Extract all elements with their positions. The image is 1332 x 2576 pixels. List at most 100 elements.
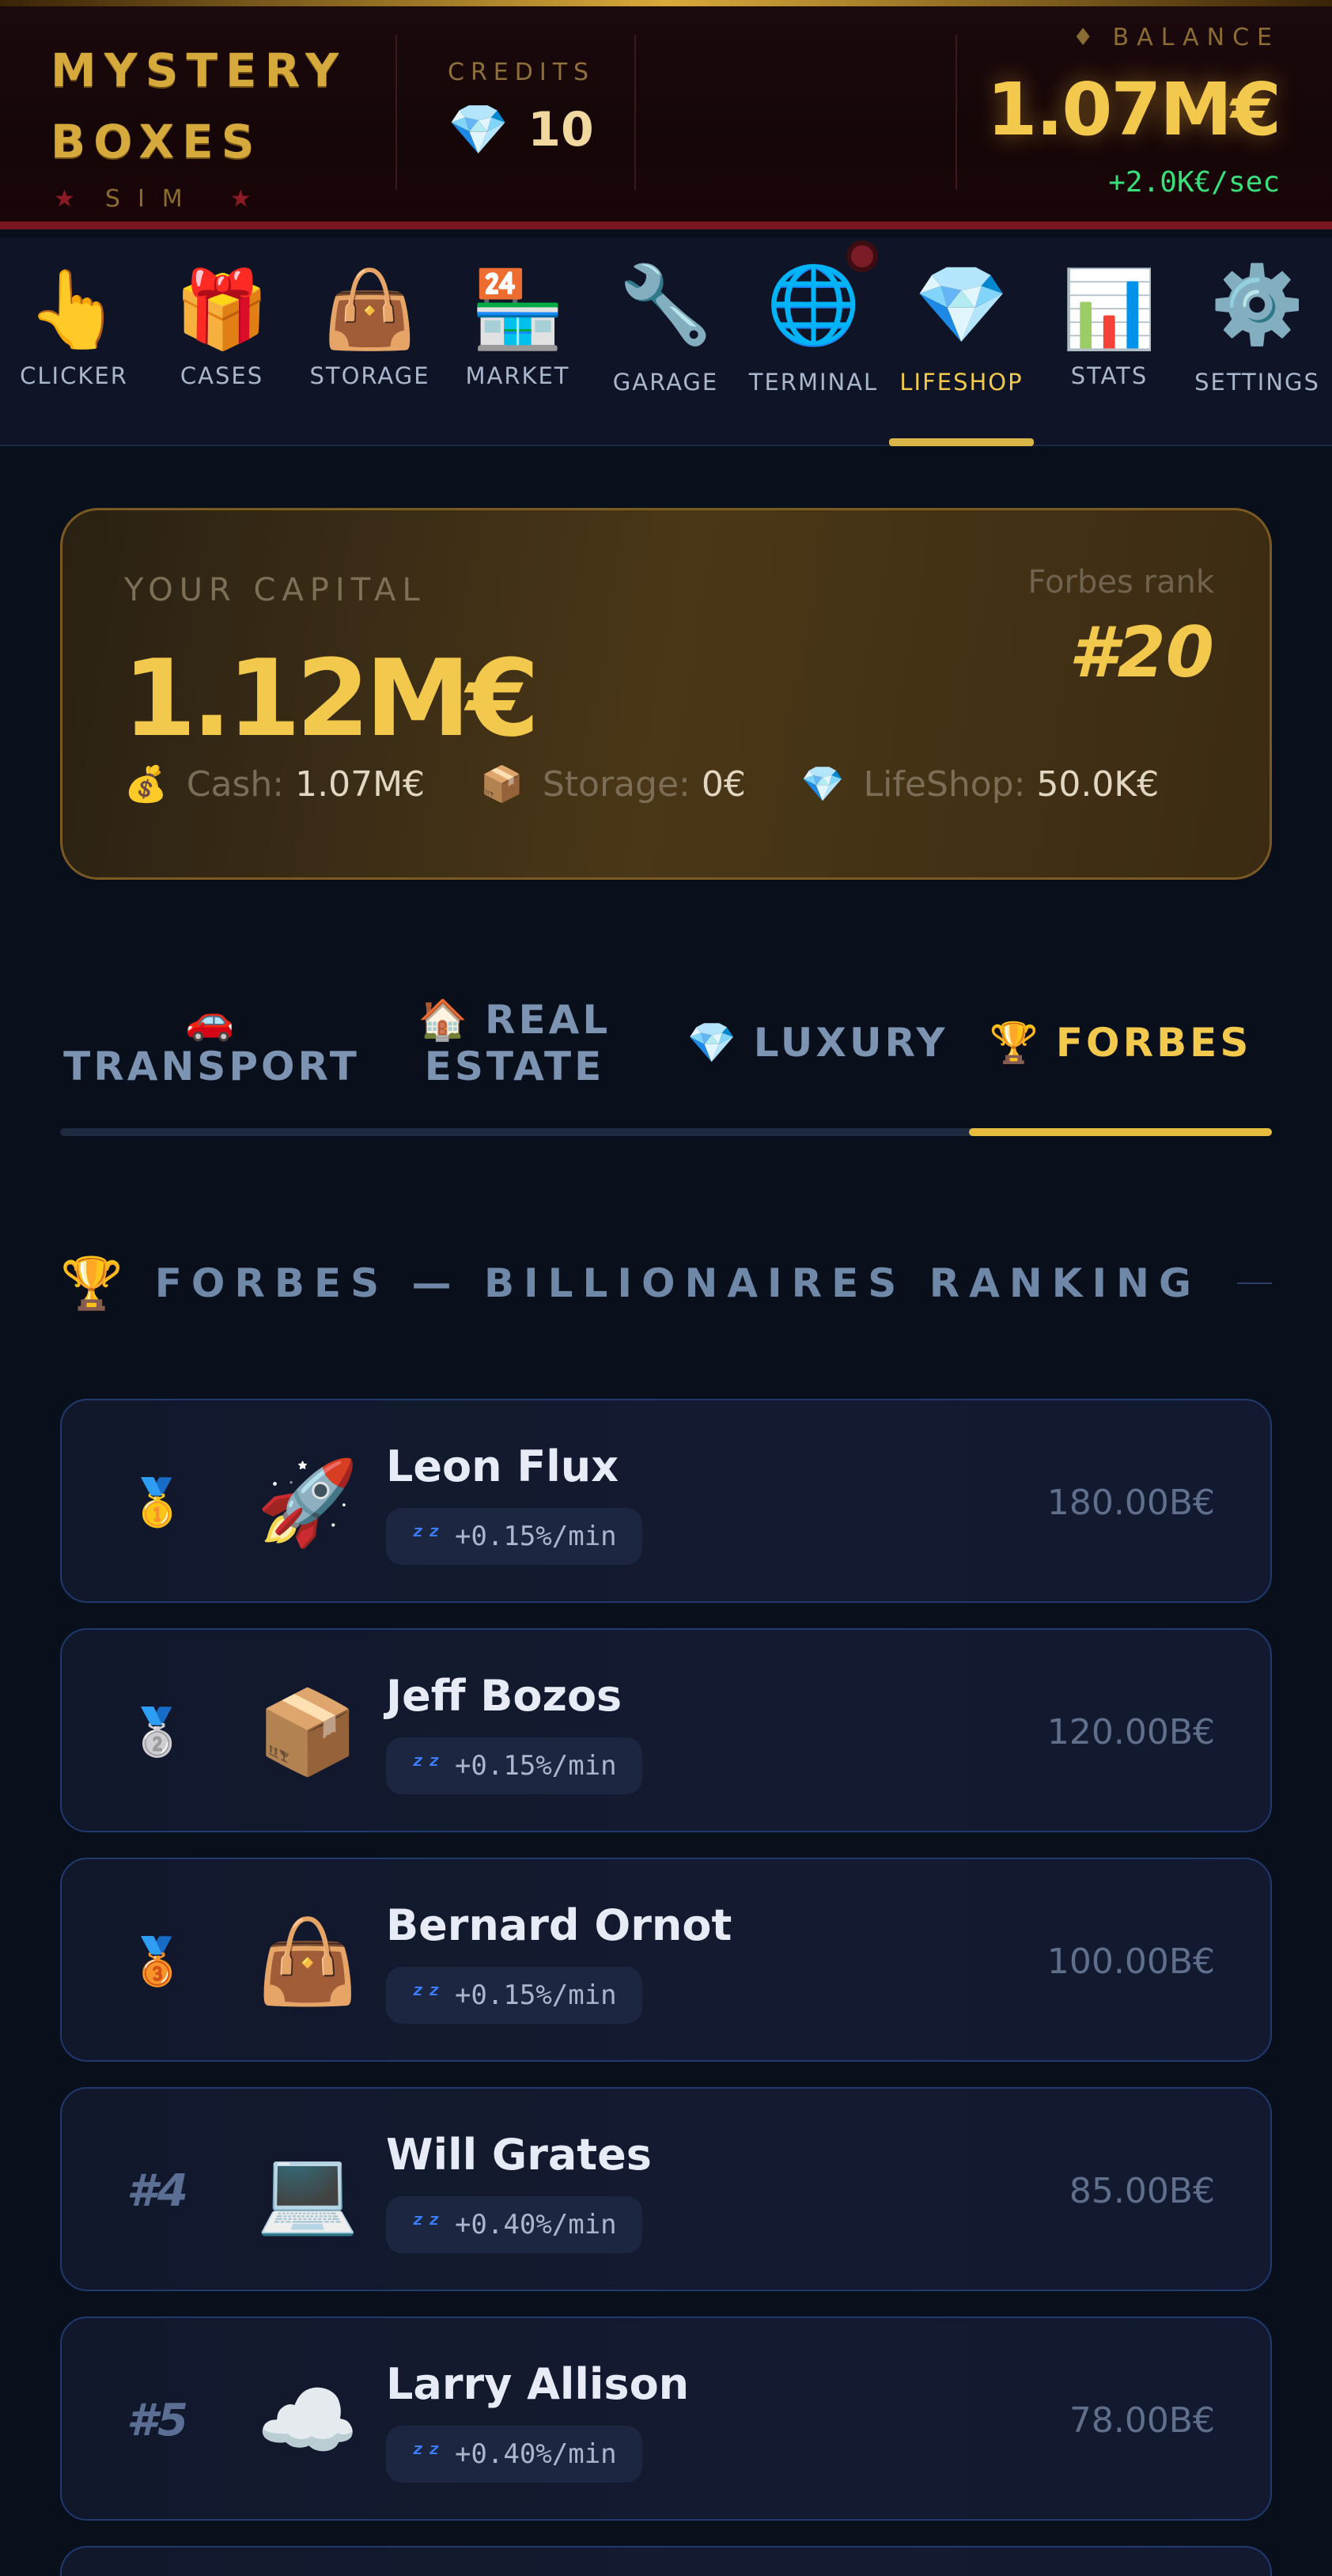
nav-label: STORAGE [309,362,430,389]
balance-panel: ♦ BALANCE 1.07M€ +2.0K€/sec [986,24,1281,199]
tab-label: REAL [485,997,611,1043]
app-logo: MYSTERY BOXES ★ SIM ★ [51,35,367,213]
gear-icon: ⚙️ [1209,260,1305,349]
capital-breakdown: 💰 Cash: 1.07M€ 📦 Storage: 0€ 💎 LifeShop:… [124,763,1159,805]
cash-label: Cash: [186,764,285,805]
billionaire-name: Leon Flux [386,1441,619,1491]
growth-rate: +0.15%/min [454,1979,617,2011]
forbes-rank-label: Forbes rank [1027,564,1214,600]
zzz-icon: ᶻᶻ [410,1750,442,1782]
nav-label: TERMINAL [748,369,879,396]
nav-item-clicker[interactable]: 👆 CLICKER [0,237,148,446]
section-divider [1236,1282,1272,1284]
ranking-row[interactable]: 🥈 📦 Jeff Bozos ᶻᶻ +0.15%/min 120.00B€ [60,1628,1272,1832]
tab-transport[interactable]: 🚗 TRANSPORT [60,957,363,1128]
ranking-row[interactable]: #5 ☁️ Larry Allison ᶻᶻ +0.40%/min 78.00B€ [60,2317,1272,2521]
active-tab-indicator [969,1128,1272,1136]
house-icon: 🏠 [418,996,471,1043]
header-divider [634,35,636,190]
trophy-icon: 🏆 [60,1254,123,1313]
diamond-small-icon: ♦ [1072,24,1102,51]
forbes-rank-value: #20 [1069,612,1214,693]
rank-number: #5 [127,2394,188,2446]
diamond-icon: 💎 [800,764,845,805]
storage-label: Storage: [542,764,691,805]
rank-number: #4 [127,2165,188,2217]
zzz-icon: ᶻᶻ [410,1521,442,1552]
growth-rate-badge: ᶻᶻ +0.15%/min [386,1967,642,2024]
tab-label: TRANSPORT [63,1043,360,1089]
handbag-icon: 👜 [256,1912,359,2010]
nav-label: CLICKER [20,362,128,389]
balance-value: 1.07M€ [986,67,1281,152]
nav-item-settings[interactable]: ⚙️ SETTINGS [1183,237,1331,446]
top-header: MYSTERY BOXES ★ SIM ★ CREDITS 💎 10 ♦ BALA… [0,0,1332,229]
bag-icon: 👜 [322,265,418,354]
ranking-row-partial[interactable] [60,2546,1272,2576]
nav-item-garage[interactable]: 🔧 GARAGE [592,237,740,446]
diamond-icon: 💎 [448,100,509,158]
zzz-icon: ᶻᶻ [410,2209,442,2241]
bronze-medal-icon: 🥉 [128,1934,187,1988]
star-icon: ★ [54,185,75,213]
growth-rate-badge: ᶻᶻ +0.40%/min [386,2196,642,2253]
rocket-icon: 🚀 [256,1453,359,1551]
cash-value: 1.07M€ [295,764,426,805]
nav-item-cases[interactable]: 🎁 CASES [148,237,296,446]
ranking-row[interactable]: 🥉 👜 Bernard Ornot ᶻᶻ +0.15%/min 100.00B€ [60,1858,1272,2062]
growth-rate: +0.15%/min [454,1750,617,1782]
section-header: 🏆 FORBES — BILLIONAIRES RANKING [60,1252,1272,1315]
car-icon: 🚗 [185,996,238,1043]
logo-subtitle: ★ SIM ★ [51,185,367,213]
tab-forbes[interactable]: 🏆 FORBES [969,957,1272,1128]
nav-item-lifeshop[interactable]: 💎 LIFESHOP [887,237,1035,446]
globe-icon: 🌐 [766,260,861,349]
billionaire-name: Jeff Bozos [386,1671,622,1721]
box-icon: 📦 [480,764,524,805]
growth-rate: +0.40%/min [454,2438,617,2470]
tab-real-estate[interactable]: 🏠 REAL ESTATE [363,957,666,1128]
capital-value: 1.12M€ [123,637,539,760]
growth-rate-badge: ᶻᶻ +0.40%/min [386,2426,642,2483]
silver-medal-icon: 🥈 [128,1704,187,1759]
credits-value: 10 [528,102,594,157]
tab-luxury[interactable]: 💎 LUXURY [666,957,969,1128]
ranking-row[interactable]: #4 💻 Will Grates ᶻᶻ +0.40%/min 85.00B€ [60,2087,1272,2291]
nav-label: MARKET [465,362,570,389]
tab-label: FORBES [1055,1020,1252,1066]
cloud-icon: ☁️ [256,2371,359,2468]
header-divider [395,35,397,190]
net-worth: 180.00B€ [1046,1482,1215,1523]
storage-value: 0€ [701,764,746,805]
balance-rate: +2.0K€/sec [1108,166,1280,199]
tab-label: ESTATE [424,1043,605,1089]
growth-rate-badge: ᶻᶻ +0.15%/min [386,1508,642,1565]
nav-label: CASES [180,362,264,389]
logo-line-1: MYSTERY [51,44,347,97]
logo-sim-text: SIM [104,185,200,213]
ranking-row[interactable]: 🥇 🚀 Leon Flux ᶻᶻ +0.15%/min 180.00B€ [60,1399,1272,1603]
lifeshop-tabs: 🚗 TRANSPORT 🏠 REAL ESTATE 💎 LUXURY 🏆 FORBES [60,957,1272,1136]
lifeshop-value: 50.0K€ [1036,764,1160,805]
diamond-icon: 💎 [914,260,1009,349]
nav-item-stats[interactable]: 📊 STATS [1035,237,1183,446]
nav-item-storage[interactable]: 👜 STORAGE [296,237,444,446]
chart-icon: 📊 [1061,265,1157,354]
nav-item-market[interactable]: 🏪 MARKET [444,237,592,446]
lifeshop-stat: 💎 LifeShop: 50.0K€ [801,763,1159,805]
net-worth: 120.00B€ [1046,1711,1215,1752]
wrench-icon: 🔧 [618,260,713,349]
nav-label: STATS [1070,362,1148,389]
billionaire-name: Bernard Ornot [386,1900,732,1950]
money-bag-icon: 💰 [124,764,168,805]
growth-rate: +0.40%/min [454,2209,617,2241]
growth-rate: +0.15%/min [454,1521,617,1552]
star-icon: ★ [229,185,252,213]
nav-label: LIFESHOP [899,369,1024,396]
trophy-icon: 🏆 [989,1019,1042,1066]
notification-dot [846,241,878,272]
laptop-icon: 💻 [256,2142,359,2239]
lifeshop-label: LifeShop: [863,764,1026,805]
nav-label: SETTINGS [1194,369,1320,396]
nav-label: GARAGE [612,369,719,396]
